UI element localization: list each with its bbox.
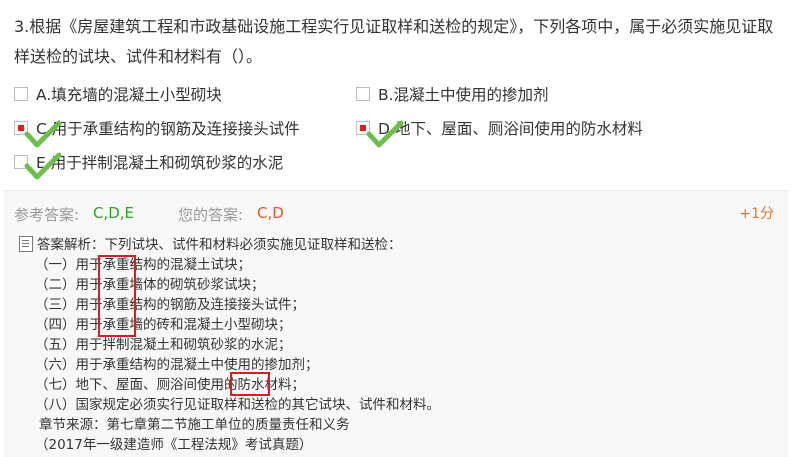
option-b-checkbox[interactable] <box>356 86 370 101</box>
option-b-label: B.混凝土中使用的掺加剂 <box>378 86 549 104</box>
analysis-heading: 答案解析：下列试块、试件和材料必须实施见证取样和送检： <box>37 237 402 253</box>
analysis-item: （五）用于拌制混凝土和砌筑砂浆的水泥； <box>35 337 292 353</box>
option-e-label: E.用于拌制混凝土和砌筑砂浆的水泥 <box>36 154 284 172</box>
option-a-checkbox[interactable] <box>14 86 28 101</box>
correct-check-icon <box>24 152 62 180</box>
analysis-item: （六）用于承重结构的混凝土中使用的掺加剂； <box>35 357 319 373</box>
analysis-item: （八）国家规定必须实行见证取样和送检的其它试块、试件和材料。 <box>35 397 440 413</box>
option-c-label: C.用于承重结构的钢筋及连接接头试件 <box>36 120 300 138</box>
option-a-label: A.填充墙的混凝土小型砌块 <box>36 86 222 104</box>
document-icon <box>19 236 33 252</box>
option-d-label: D.地下、屋面、厕浴间使用的防水材料 <box>378 120 643 138</box>
correct-check-icon <box>24 120 62 148</box>
highlight-box <box>230 372 270 396</box>
correct-check-icon <box>366 120 404 148</box>
highlight-box <box>98 255 136 337</box>
chapter-source: 章节来源：第七章第二节施工单位的质量责任和义务 <box>39 417 350 433</box>
option-a[interactable]: A.填充墙的混凝土小型砌块 <box>14 84 222 106</box>
score-badge: +1分 <box>739 206 774 222</box>
option-b[interactable]: B.混凝土中使用的掺加剂 <box>356 84 549 106</box>
question-text: 3.根据《房屋建筑工程和市政基础设施工程实行见证取样和送检的规定》，下列各项中，… <box>14 17 774 66</box>
exam-source: （2017年一级建造师《工程法规》考试真题） <box>35 437 313 453</box>
your-answer-value: C,D <box>257 204 284 222</box>
your-answer-label: 您的答案: <box>178 206 244 224</box>
analysis-item: （七）地下、屋面、厕浴间使用的防水材料； <box>35 377 305 393</box>
reference-answer-label: 参考答案: <box>14 206 80 224</box>
reference-answer-value: C,D,E <box>93 204 135 222</box>
